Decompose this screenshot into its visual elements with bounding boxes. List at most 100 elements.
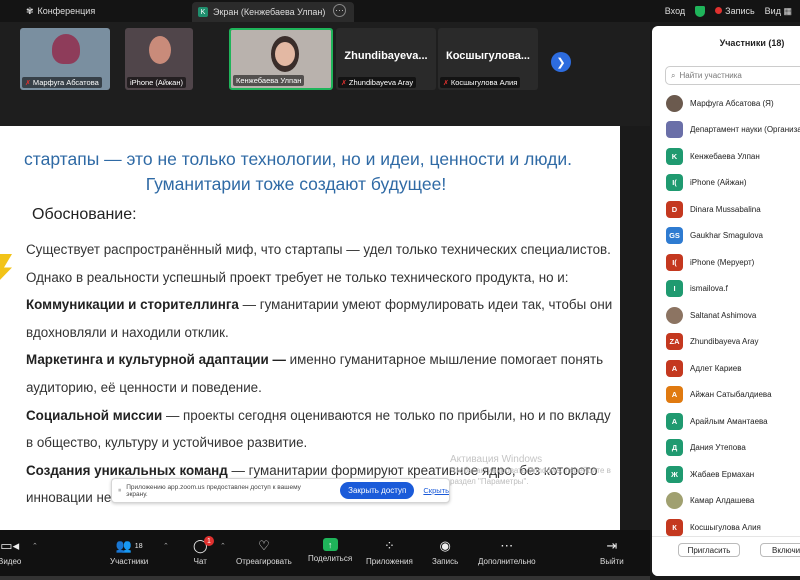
video-tile[interactable]: ✗ Марфуга Абсатова (20, 28, 110, 90)
panel-title: Участники (18) (719, 38, 785, 48)
video-button[interactable]: ▭◂ Видео (0, 538, 21, 566)
recording-indicator[interactable]: Запись (715, 6, 755, 16)
tile-name-label: ✗ Косшыгулова Алия (440, 77, 521, 88)
hide-toast-link[interactable]: Скрыть (423, 486, 449, 495)
camera-icon: ▭◂ (0, 538, 20, 553)
meeting-toolbar: ▭◂ Видео ⌃ 👥 18 Участники ⌃ ◯ Чат 1 ⌃ ♡ Отреа… (0, 530, 650, 580)
participant-avatar: Ж (666, 465, 683, 483)
tile-big-name: Zhundibayeva... (344, 50, 428, 62)
item-bold: Социальной миссии (26, 407, 163, 423)
participants-button[interactable]: 👥 18 Участники (110, 538, 148, 566)
lightning-icon (0, 254, 12, 284)
participant-search-input[interactable]: ⌕ Найти участника (665, 66, 800, 85)
record-button[interactable]: ◉ Запись (432, 538, 458, 566)
participant-avatar (666, 121, 683, 139)
slide-list-item: Маркетинга и культурной адаптации — имен… (26, 346, 620, 374)
person-silhouette (149, 36, 171, 64)
search-icon: ⌕ (671, 70, 676, 80)
participant-item[interactable]: Iismailova.f (666, 276, 800, 303)
participant-name: ismailova.f (690, 284, 728, 294)
grid-icon: ▦ (783, 5, 792, 16)
video-options-caret-icon[interactable]: ⌃ (32, 542, 38, 550)
participant-item[interactable]: A Адлет Кариев (666, 355, 800, 382)
item-text: именно гуманитарное мышление помогает по… (285, 352, 604, 368)
participant-item[interactable]: K Кенжебаева Улпан (666, 143, 800, 170)
slide-list-continuation: аудиторию, её ценности и поведение. (26, 379, 262, 395)
participant-avatar: I (666, 280, 683, 298)
next-page-arrow-icon[interactable]: ❯ (551, 52, 571, 72)
participant-item[interactable]: Департамент науки (Организатор) (666, 117, 800, 144)
record-dot-icon (715, 7, 723, 14)
taskbar-strip (0, 576, 650, 580)
participant-item[interactable]: Камар Алдашева (666, 488, 800, 515)
login-button[interactable]: Вход (665, 6, 685, 16)
participant-item[interactable]: A Арайлым Амантаева (666, 408, 800, 435)
participants-label: Участники (110, 557, 149, 566)
shield-icon[interactable] (695, 5, 706, 17)
shared-slide: стартапы — это не только технологии, но … (0, 126, 620, 530)
watermark-line: раздел "Параметры". (450, 477, 529, 486)
leave-button[interactable]: ⇥ Выйти (600, 538, 624, 566)
share-arrow-icon: ↑ (322, 538, 338, 551)
slide-paragraph: Однако в реальности успешный проект треб… (26, 269, 569, 285)
participant-name: Департамент науки (Организатор) (690, 125, 800, 135)
participants-caret-icon[interactable]: ⌃ (163, 542, 169, 550)
participant-item[interactable]: I(iPhone (Айжан) (666, 170, 800, 197)
screen-share-tab[interactable]: K Экран (Кенжебаева Улпан) (192, 2, 354, 22)
participant-name: Арайлым Амантаева (690, 416, 768, 426)
stop-access-button[interactable]: Закрыть доступ (340, 482, 415, 499)
participant-avatar: A (666, 386, 683, 404)
item-bold: Коммуникации и сторителлинга (26, 297, 239, 313)
participant-name: Zhundibayeva Aray (690, 337, 759, 347)
chat-label: Чат (193, 557, 207, 566)
participant-avatar (666, 492, 683, 510)
active-speaker-tile[interactable]: Кенжебаева Улпан (229, 28, 333, 90)
participant-name: Кенжебаева Улпан (690, 151, 760, 161)
participant-item[interactable]: I(iPhone (Меруерт) (666, 249, 800, 276)
participant-item[interactable]: D Dinara Mussabalina (666, 196, 800, 223)
pause-icon: ⏸ (118, 486, 122, 494)
chat-caret-icon[interactable]: ⌃ (220, 542, 226, 550)
conference-tab[interactable]: ✾ Конференция (0, 6, 95, 17)
tile-name: Марфуга Абсатова (32, 78, 99, 87)
share-button[interactable]: ↑ Поделиться (308, 538, 352, 563)
participant-name: Марфуга Абсатова (Я) (690, 98, 774, 108)
participant-item[interactable]: Марфуга Абсатова (Я) (666, 90, 800, 117)
more-button[interactable]: ⋯ Дополнительно (478, 538, 536, 566)
participant-item[interactable]: Saltanat Ashimova (666, 302, 800, 329)
participant-name: Жабаев Ермахан (690, 469, 755, 479)
participant-avatar: D (666, 200, 683, 218)
slide-heading-line2: Гуманитарии тоже создают будущее! (145, 174, 447, 194)
mic-off-icon: ✗ (443, 79, 449, 87)
name-tile[interactable]: Косшыгулова... ✗ Косшыгулова Алия (438, 28, 538, 90)
participant-item[interactable]: Ж Жабаев Ермахан (666, 461, 800, 488)
participant-name: Айжан Сатыбалдиева (690, 390, 772, 400)
tile-name-label: Кенжебаева Улпан (233, 75, 305, 86)
apps-button[interactable]: ⁘ Приложения (366, 538, 413, 566)
participant-name: Дания Утепова (690, 443, 746, 453)
participant-item[interactable]: ZA Zhundibayeva Aray (666, 329, 800, 356)
participant-avatar: I( (666, 174, 683, 192)
record-icon: ◉ (439, 538, 451, 553)
participant-name: Dinara Mussabalina (690, 204, 761, 214)
participant-avatar: A (666, 359, 683, 377)
unmute-all-button[interactable]: Включить (760, 543, 800, 557)
mic-off-icon: ✗ (341, 79, 347, 87)
invite-button[interactable]: Пригласить (678, 543, 740, 557)
participant-avatar: К (666, 518, 683, 536)
chat-badge: 1 (204, 536, 214, 546)
view-button[interactable]: Вид ▦ (765, 6, 792, 17)
video-tile[interactable]: iPhone (Айжан) (125, 28, 193, 90)
react-button[interactable]: ♡ Отреагировать (236, 538, 292, 566)
zoom-window: ✾ Конференция K Экран (Кенжебаева Улпан)… (0, 0, 800, 580)
participant-item[interactable]: Д Дания Утепова (666, 435, 800, 462)
item-bold: Создания уникальных команд (26, 462, 228, 478)
more-tabs-icon[interactable]: ⋯ (333, 4, 346, 17)
participant-item[interactable]: GS Gaukhar Smagulova (666, 223, 800, 250)
mic-off-icon: ✗ (25, 79, 31, 87)
name-tile[interactable]: Zhundibayeva... ✗ Zhundibayeva Aray (336, 28, 436, 90)
tile-name: Кенжебаева Улпан (236, 76, 302, 85)
participant-item[interactable]: A Айжан Сатыбалдиева (666, 382, 800, 409)
tile-name: iPhone (Айжан) (130, 78, 183, 87)
watermark-line: Чтобы активировать Windows, перейдите в (450, 466, 611, 475)
